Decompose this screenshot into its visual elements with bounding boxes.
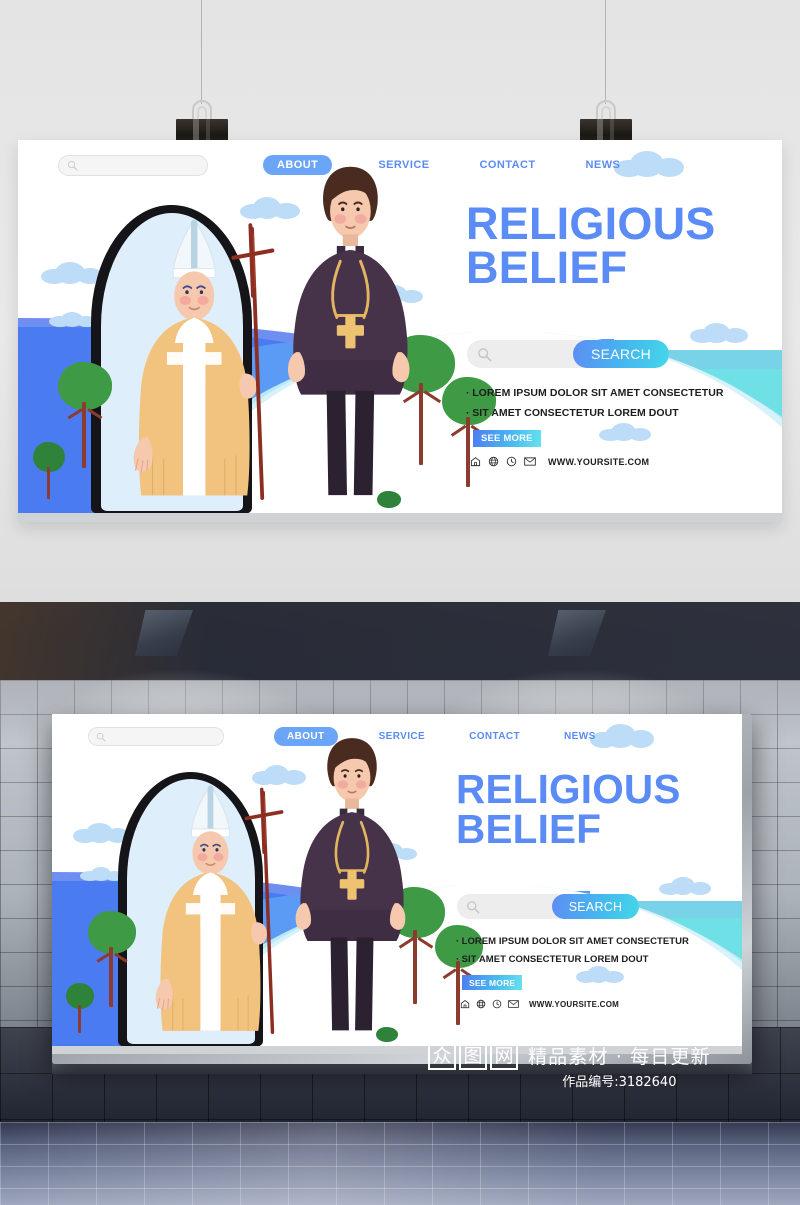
billboard-frame: ABOUT SERVICE CONTACT NEWS RELIGIOUS BEL… xyxy=(52,714,752,1064)
headline-line-1: RELIGIOUS xyxy=(466,198,716,249)
home-icon[interactable] xyxy=(470,456,481,467)
nav-link-about[interactable]: ABOUT xyxy=(274,727,338,746)
tiled-floor xyxy=(0,1122,800,1205)
ground-strip xyxy=(18,512,782,522)
ground-strip xyxy=(52,1045,742,1054)
site-navigation: ABOUT SERVICE CONTACT NEWS xyxy=(52,714,742,759)
cloud-icon xyxy=(79,867,124,881)
nav-search-input[interactable] xyxy=(88,727,224,746)
see-more-button[interactable]: SEE MORE xyxy=(462,975,523,990)
cloud-icon xyxy=(72,822,129,843)
shrub-icon xyxy=(377,491,402,511)
envelope-icon[interactable] xyxy=(508,999,519,1009)
hanging-string-right xyxy=(605,0,606,104)
site-contact-bar: WWW.YOURSITE.COM xyxy=(460,999,619,1009)
shrub-icon xyxy=(376,1026,399,1045)
subway-billboard-scene: ABOUT SERVICE CONTACT NEWS RELIGIOUS BEL… xyxy=(0,602,800,1205)
feature-bullets: LOREM IPSUM DOLOR SIT AMET CONSECTETUR S… xyxy=(456,933,689,969)
hanging-mockup-scene: ABOUT SERVICE CONTACT NEWS RELIGIOUS BEL… xyxy=(0,0,800,602)
clock-icon[interactable] xyxy=(492,999,502,1009)
clock-icon[interactable] xyxy=(506,456,517,467)
nav-search-input[interactable] xyxy=(58,154,208,176)
search-button[interactable]: SEARCH xyxy=(552,894,639,919)
envelope-icon[interactable] xyxy=(524,456,536,467)
banner-artwork: ABOUT SERVICE CONTACT NEWS RELIGIOUS BEL… xyxy=(18,140,782,522)
binder-clip-right xyxy=(580,100,632,146)
feature-bullets: LOREM IPSUM DOLOR SIT AMET CONSECTETUR S… xyxy=(466,383,723,423)
page-title: RELIGIOUS BELIEF xyxy=(456,766,681,852)
tree-left-dark xyxy=(65,982,96,1033)
nav-link-service[interactable]: SERVICE xyxy=(367,731,438,742)
banner-poster-bottom: ABOUT SERVICE CONTACT NEWS RELIGIOUS BEL… xyxy=(52,714,742,1054)
nav-link-news[interactable]: NEWS xyxy=(552,731,608,742)
binder-clip-left xyxy=(176,100,228,146)
cloud-icon xyxy=(48,311,97,327)
site-contact-bar: WWW.YOURSITE.COM xyxy=(470,456,649,467)
nav-links: ABOUT SERVICE CONTACT NEWS xyxy=(274,727,608,746)
search-icon xyxy=(96,732,106,741)
tree-left-dark xyxy=(33,441,67,499)
globe-icon[interactable] xyxy=(476,999,486,1009)
banner-poster-top: ABOUT SERVICE CONTACT NEWS RELIGIOUS BEL… xyxy=(18,140,782,522)
cloud-icon xyxy=(598,422,651,441)
ceiling-shading xyxy=(0,602,800,684)
nav-links: ABOUT SERVICE CONTACT NEWS xyxy=(263,155,634,175)
bullet-item: LOREM IPSUM DOLOR SIT AMET CONSECTETUR xyxy=(456,933,689,951)
cloud-icon xyxy=(690,323,749,344)
nav-link-service[interactable]: SERVICE xyxy=(364,159,443,171)
bullet-item: LOREM IPSUM DOLOR SIT AMET CONSECTETUR xyxy=(466,383,723,403)
hero-search-bar[interactable]: SEARCH xyxy=(467,340,669,368)
cloud-icon xyxy=(40,262,103,285)
site-navigation: ABOUT SERVICE CONTACT NEWS xyxy=(18,140,782,190)
site-url[interactable]: WWW.YOURSITE.COM xyxy=(529,1000,619,1009)
page-title: RELIGIOUS BELIEF xyxy=(466,198,716,294)
hanging-string-left xyxy=(201,0,202,104)
banner-artwork: ABOUT SERVICE CONTACT NEWS RELIGIOUS BEL… xyxy=(52,714,742,1054)
search-icon xyxy=(67,160,78,170)
headline-line-2: BELIEF xyxy=(456,805,602,852)
search-icon xyxy=(467,900,480,914)
cloud-icon xyxy=(659,877,712,896)
see-more-button[interactable]: SEE MORE xyxy=(473,430,541,447)
site-url[interactable]: WWW.YOURSITE.COM xyxy=(548,457,649,467)
nav-link-contact[interactable]: CONTACT xyxy=(457,731,532,742)
bullet-item: SIT AMET CONSECTETUR LOREM DOUT xyxy=(456,951,689,969)
priest-figure xyxy=(287,166,410,496)
headline-line-2: BELIEF xyxy=(466,242,628,294)
search-icon xyxy=(478,347,492,361)
priest-figure xyxy=(295,737,406,1031)
bullet-item: SIT AMET CONSECTETUR LOREM DOUT xyxy=(466,403,723,423)
nav-link-about[interactable]: ABOUT xyxy=(263,155,333,175)
nav-link-news[interactable]: NEWS xyxy=(572,159,635,171)
headline-line-1: RELIGIOUS xyxy=(456,766,681,812)
home-icon[interactable] xyxy=(460,999,470,1009)
nav-link-contact[interactable]: CONTACT xyxy=(466,159,550,171)
search-button[interactable]: SEARCH xyxy=(573,340,669,368)
hero-search-bar[interactable]: SEARCH xyxy=(457,894,639,919)
globe-icon[interactable] xyxy=(488,456,499,467)
